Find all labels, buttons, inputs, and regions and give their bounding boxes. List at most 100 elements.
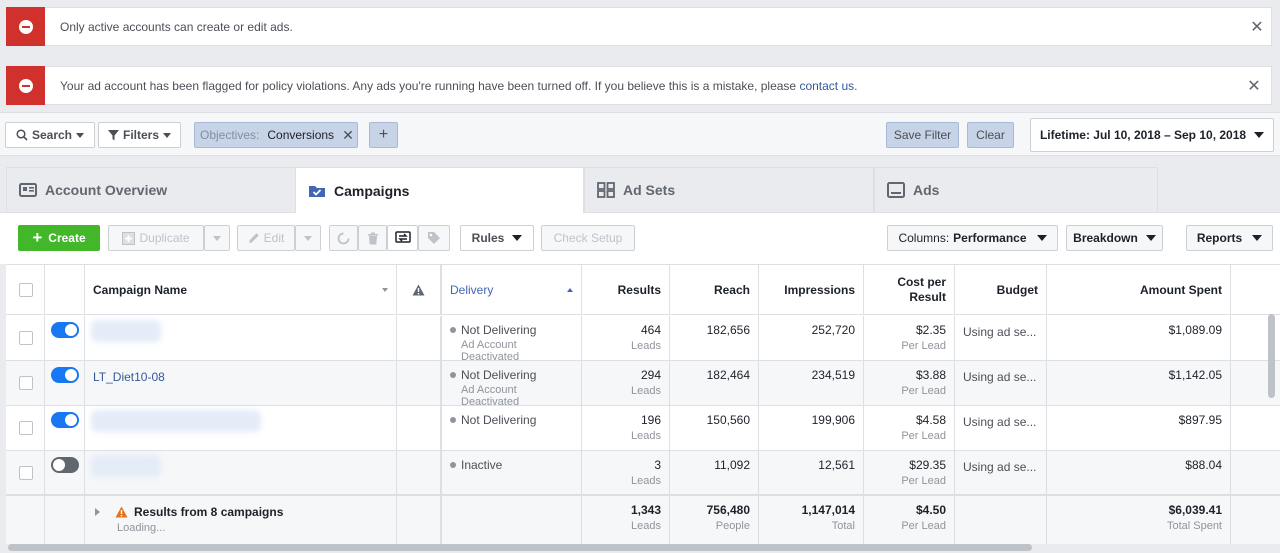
header-cost-per-result[interactable]: Cost per Result — [864, 265, 955, 314]
cost-per-result-cell: $4.58 Per Lead — [864, 406, 955, 450]
filter-chip-objectives[interactable]: Objectives: Conversions ✕ — [194, 122, 358, 148]
header-results[interactable]: Results — [582, 265, 670, 314]
campaign-on-off-toggle[interactable] — [51, 367, 79, 383]
alert-policy-violation: Your ad account has been flagged for pol… — [6, 66, 1272, 105]
summary-row: Results from 8 campaigns Loading... 1,34… — [6, 494, 1280, 544]
results-cell: 294 Leads — [582, 361, 670, 405]
header-reach[interactable]: Reach — [670, 265, 759, 314]
summary-cost: $4.50 Per Lead — [864, 496, 955, 544]
redacted-campaign-name[interactable] — [91, 410, 261, 432]
tab-ads[interactable]: Ads — [874, 167, 1158, 212]
refresh-icon — [337, 232, 350, 244]
tab-ad-sets[interactable]: Ad Sets — [584, 167, 874, 212]
edit-button[interactable]: Edit — [237, 225, 295, 251]
folder-check-icon — [309, 185, 325, 197]
summary-spacer — [441, 496, 582, 544]
account-overview-icon — [19, 183, 37, 197]
redacted-campaign-name[interactable] — [91, 320, 161, 342]
table-row[interactable]: LT_Diet10-08 Not Delivering Ad Account Dea… — [6, 361, 1280, 408]
date-range-picker[interactable]: Lifetime: Jul 10, 2018 – Sep 10, 2018 — [1030, 118, 1274, 152]
campaign-on-off-toggle[interactable] — [51, 457, 79, 473]
header-impressions[interactable]: Impressions — [759, 265, 864, 314]
horizontal-scrollbar[interactable] — [8, 544, 1032, 551]
check-setup-button[interactable]: Check Setup — [541, 225, 635, 251]
campaign-on-off-toggle[interactable] — [51, 322, 79, 338]
plus-icon: + — [32, 228, 43, 247]
select-all-checkbox[interactable] — [19, 282, 33, 297]
close-icon[interactable]: ✕ — [1243, 17, 1271, 37]
row-toggle-cell — [45, 361, 85, 405]
alert-inactive-account: Only active accounts can create or edit … — [6, 7, 1272, 46]
impressions-cell: 199,906 — [759, 406, 864, 450]
breakdown-dropdown[interactable]: Breakdown — [1066, 225, 1163, 251]
budget-cell: Using ad se... — [955, 451, 1047, 495]
vertical-scrollbar[interactable] — [1268, 314, 1275, 398]
search-dropdown[interactable]: Search — [5, 122, 95, 148]
campaign-name-cell — [85, 316, 397, 360]
ab-test-button[interactable] — [387, 225, 418, 251]
header-amount-spent[interactable]: Amount Spent — [1047, 265, 1231, 314]
create-button[interactable]: + Create — [18, 225, 100, 251]
expand-arrow-icon[interactable] — [95, 508, 100, 516]
summary-spacer — [955, 496, 1047, 544]
row-checkbox[interactable] — [19, 376, 33, 390]
contact-us-link[interactable]: contact us — [799, 79, 854, 93]
impressions-cell: 12,561 — [759, 451, 864, 495]
filters-dropdown[interactable]: Filters — [98, 122, 181, 148]
tag-button[interactable] — [418, 225, 450, 251]
campaign-name-link[interactable]: LT_Diet10-08 — [93, 370, 165, 384]
tab-account-overview[interactable]: Account Overview — [6, 167, 296, 212]
tab-campaigns[interactable]: Campaigns — [295, 167, 584, 213]
warning-icon — [115, 506, 128, 518]
table-row[interactable]: Inactive 3 Leads 11,092 12,561 $29.35 Per Lead… — [6, 451, 1280, 496]
status-dot-icon — [450, 327, 456, 333]
summary-spent: $6,039.41 Total Spent — [1047, 496, 1231, 544]
summary-label: Results from 8 campaigns — [134, 505, 284, 519]
sort-ascending-icon — [567, 287, 573, 292]
header-delivery[interactable]: Delivery — [441, 265, 582, 314]
trash-icon — [367, 232, 378, 244]
row-toggle-cell — [45, 316, 85, 360]
row-checkbox[interactable] — [19, 331, 33, 345]
budget-cell: Using ad se... — [955, 361, 1047, 405]
table-row[interactable]: Not Delivering 196 Leads 150,560 199,906 $4.5… — [6, 406, 1280, 451]
sort-caret-icon — [382, 287, 388, 292]
delete-button[interactable] — [358, 225, 387, 251]
row-checkbox[interactable] — [19, 421, 33, 435]
budget-cell: Using ad se... — [955, 406, 1047, 450]
campaign-on-off-toggle[interactable] — [51, 412, 79, 428]
summary-label-cell: Results from 8 campaigns Loading... — [85, 496, 397, 544]
reach-cell: 182,656 — [670, 316, 759, 360]
row-checkbox[interactable] — [19, 466, 33, 480]
chevron-down-icon — [1254, 132, 1265, 138]
delivery-status: Not Delivering — [461, 413, 537, 427]
rules-dropdown[interactable]: Rules — [460, 225, 534, 251]
add-filter-button[interactable]: + — [369, 122, 398, 148]
edit-options-dropdown[interactable] — [295, 225, 321, 251]
cost-per-result-cell: $2.35 Per Lead — [864, 316, 955, 360]
remove-filter-icon[interactable]: ✕ — [342, 127, 354, 144]
header-campaign-name[interactable]: Campaign Name — [85, 265, 397, 314]
header-budget[interactable]: Budget — [955, 265, 1047, 314]
status-dot-icon — [450, 417, 456, 423]
summary-reach: 756,480 People — [670, 496, 759, 544]
duplicate-button[interactable]: Duplicate — [108, 225, 204, 251]
status-dot-icon — [450, 462, 456, 468]
table-row[interactable]: Not Delivering Ad Account Deactivated 464 L… — [6, 316, 1280, 363]
row-select-cell — [6, 406, 45, 450]
header-warnings[interactable] — [397, 265, 441, 314]
delivery-status: Not Delivering — [461, 323, 537, 337]
summary-spacer — [45, 496, 85, 544]
warning-icon — [412, 284, 425, 295]
columns-dropdown[interactable]: Columns: Performance — [887, 225, 1058, 251]
campaign-name-cell: LT_Diet10-08 — [85, 361, 397, 405]
close-icon[interactable]: ✕ — [1240, 76, 1268, 96]
save-filter-button[interactable]: Save Filter — [886, 122, 959, 148]
duplicate-options-dropdown[interactable] — [204, 225, 230, 251]
refresh-button[interactable] — [329, 225, 358, 251]
redacted-campaign-name[interactable] — [91, 455, 161, 477]
clear-button[interactable]: Clear — [967, 122, 1014, 148]
cost-per-result-cell: $29.35 Per Lead — [864, 451, 955, 495]
delivery-status: Inactive — [461, 458, 503, 472]
reports-dropdown[interactable]: Reports — [1186, 225, 1273, 251]
